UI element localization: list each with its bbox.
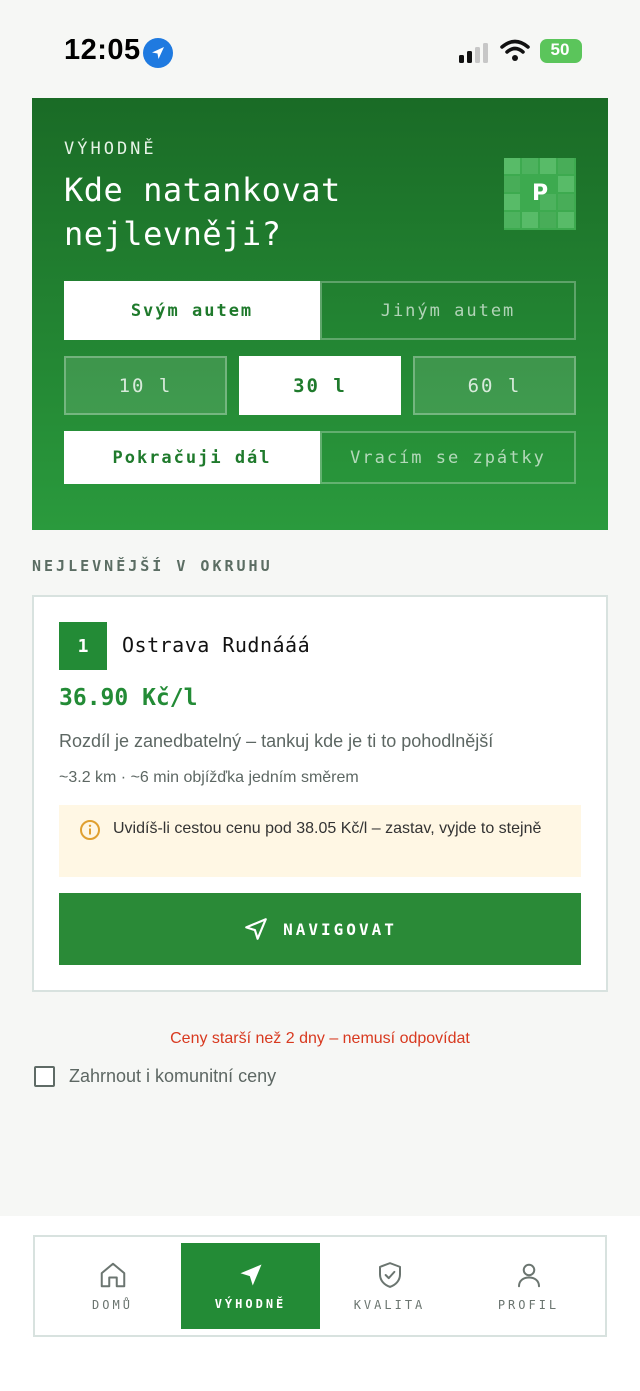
volume-10l-button[interactable]: 10 l <box>64 356 227 415</box>
navigate-button-label: NAVIGOVAT <box>283 919 397 939</box>
nav-item-deals[interactable]: VÝHODNĚ <box>181 1243 320 1329</box>
status-bar: 12:05 50 <box>0 0 640 98</box>
notice-text: Uvidíš-li cestou cenu pod 38.05 Kč/l – z… <box>113 820 542 837</box>
bottom-nav: DOMŮ VÝHODNĚ KVALITA PROFIL <box>33 1235 607 1337</box>
hero-title: Kde natankovat nejlevněji? <box>64 171 341 253</box>
cellular-signal-icon <box>459 43 488 63</box>
toggle-other-car[interactable]: Jiným autem <box>320 281 576 340</box>
parking-logo-letter: P <box>531 181 549 206</box>
price-difference-text: Rozdíl je zanedbatelný – tankuj kde je t… <box>59 731 494 751</box>
checkbox-box[interactable] <box>34 1066 55 1087</box>
navigate-button[interactable]: NAVIGOVAT <box>59 893 581 965</box>
wifi-icon <box>500 39 530 61</box>
section-title: NEJLEVNĚJŠÍ V OKRUHU <box>32 557 273 575</box>
home-icon <box>100 1262 125 1288</box>
info-icon <box>80 820 100 840</box>
hero-eyebrow: VÝHODNĚ <box>64 139 157 159</box>
user-icon <box>517 1263 540 1288</box>
nav-item-quality[interactable]: KVALITA <box>320 1243 459 1329</box>
station-name: Ostrava Rudnááá <box>122 633 311 657</box>
rank-badge: 1 <box>59 622 107 670</box>
checkbox-label: Zahrnout i komunitní ceny <box>69 1066 277 1086</box>
nav-item-profile-label: PROFIL <box>497 1298 560 1312</box>
location-arrow-icon <box>143 38 173 68</box>
navigation-arrow-icon <box>240 1264 261 1286</box>
cheapest-station-card: 1 Ostrava Rudnááá 36.90 Kč/l Rozdíl je z… <box>32 595 608 992</box>
toggle-continue[interactable]: Pokračuji dál <box>64 431 320 484</box>
navigation-arrow-icon <box>245 918 267 940</box>
volume-30l-button[interactable]: 30 l <box>239 356 401 415</box>
toggle-go-back[interactable]: Vracím se zpátky <box>320 431 576 484</box>
community-prices-checkbox[interactable]: Zahrnout i komunitní ceny <box>34 1066 276 1087</box>
toggle-own-car[interactable]: Svým autem <box>64 281 320 340</box>
nav-item-home-label: DOMŮ <box>92 1298 133 1312</box>
nav-item-quality-label: KVALITA <box>353 1298 426 1312</box>
station-price: 36.90 Kč/l <box>59 685 198 711</box>
battery-level: 50 <box>550 40 570 59</box>
shield-check-icon <box>378 1262 401 1288</box>
price-notice: Uvidíš-li cestou cenu pod 38.05 Kč/l – z… <box>59 805 581 877</box>
status-time: 12:05 <box>64 34 141 66</box>
stale-prices-warning: Ceny starší než 2 dny – nemusí odpovídat <box>170 1030 470 1047</box>
nav-item-home[interactable]: DOMŮ <box>43 1243 182 1329</box>
volume-60l-button[interactable]: 60 l <box>413 356 576 415</box>
parking-logo-icon: P <box>504 158 576 230</box>
hero-panel: VÝHODNĚ Kde natankovat nejlevněji? P Svý… <box>32 98 608 530</box>
nav-item-profile[interactable]: PROFIL <box>459 1243 598 1329</box>
nav-item-deals-label: VÝHODNĚ <box>214 1297 287 1311</box>
battery-charging-icon: 50 <box>540 39 582 63</box>
detour-text: ~3.2 km · ~6 min objížďka jedním směrem <box>59 769 359 786</box>
